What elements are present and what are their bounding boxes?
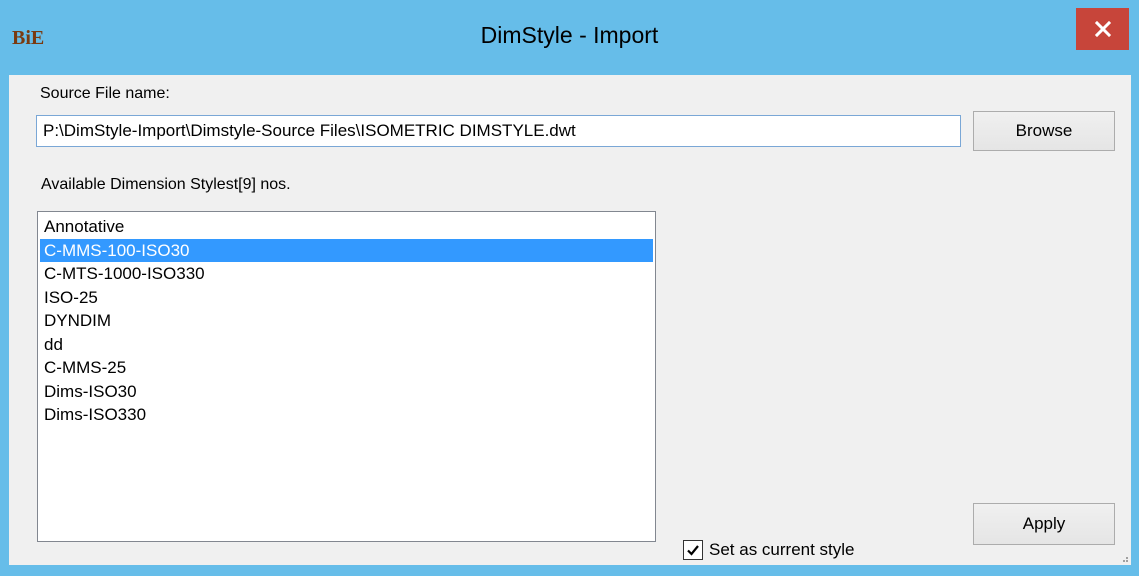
set-current-style-checkbox[interactable] — [683, 540, 703, 560]
resize-grip-icon[interactable] — [1119, 553, 1129, 563]
list-item[interactable]: C-MMS-25 — [40, 356, 653, 380]
list-item[interactable]: Dims-ISO30 — [40, 380, 653, 404]
dimstyle-import-window: BiE DimStyle - Import Source File name: … — [0, 0, 1139, 576]
list-item[interactable]: dd — [40, 333, 653, 357]
apply-button[interactable]: Apply — [973, 503, 1115, 545]
list-item[interactable]: C-MMS-100-ISO30 — [40, 238, 653, 262]
set-current-style-option[interactable]: Set as current style — [683, 538, 855, 562]
browse-button[interactable]: Browse — [973, 111, 1115, 151]
close-icon — [1094, 21, 1111, 37]
title-bar[interactable]: BiE DimStyle - Import — [0, 0, 1139, 75]
list-item[interactable]: ISO-25 — [40, 286, 653, 310]
list-item[interactable]: Annotative — [40, 215, 653, 239]
window-title: DimStyle - Import — [480, 22, 659, 48]
dimension-styles-list[interactable]: Annotative C-MMS-100-ISO30 C-MTS-1000-ISO3… — [37, 211, 656, 542]
available-styles-label: Available Dimension Stylest[9] nos. — [41, 176, 291, 193]
list-item[interactable]: Dims-ISO330 — [40, 403, 653, 427]
dialog-body: Source File name: Browse Available Dimen… — [9, 75, 1131, 565]
source-file-input[interactable] — [36, 115, 961, 147]
list-item[interactable]: C-MTS-1000-ISO330 — [40, 262, 653, 286]
set-current-style-label: Set as current style — [709, 540, 855, 559]
source-file-label: Source File name: — [40, 85, 170, 102]
list-item[interactable]: DYNDIM — [40, 309, 653, 333]
close-button[interactable] — [1076, 8, 1129, 50]
checkmark-icon — [687, 545, 699, 556]
